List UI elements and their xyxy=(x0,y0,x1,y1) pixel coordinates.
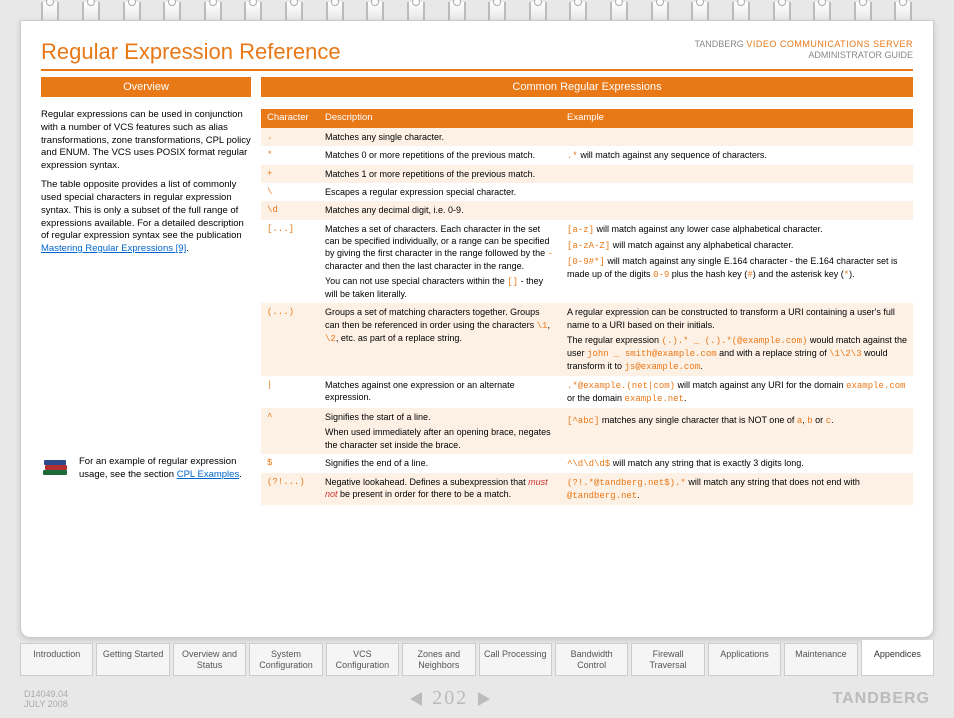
desc-cell: Matches a set of characters. Each charac… xyxy=(319,220,561,304)
table-row: |Matches against one expression or an al… xyxy=(261,376,913,408)
book-icon xyxy=(41,456,71,480)
cpl-examples-callout: For an example of regular expression usa… xyxy=(41,456,251,482)
char-cell: (?!...) xyxy=(261,473,319,505)
pager: 202 xyxy=(408,687,492,710)
overview-p2: The table opposite provides a list of co… xyxy=(41,179,251,256)
char-cell: ^ xyxy=(261,408,319,453)
tab-getting-started[interactable]: Getting Started xyxy=(96,643,169,676)
section-common-header: Common Regular Expressions xyxy=(261,77,913,97)
page-body: Regular Expression Reference TANDBERG VI… xyxy=(20,20,934,638)
example-cell: [^abc] matches any single character that… xyxy=(561,408,913,453)
tab-firewall-traversal[interactable]: Firewall Traversal xyxy=(631,643,704,676)
char-cell: \d xyxy=(261,201,319,219)
table-row: *Matches 0 or more repetitions of the pr… xyxy=(261,146,913,165)
cpl-examples-link[interactable]: CPL Examples xyxy=(177,469,239,480)
table-row: $Signifies the end of a line.^\d\d\d$ wi… xyxy=(261,454,913,473)
desc-cell: Escapes a regular expression special cha… xyxy=(319,183,561,201)
example-cell: .*@example.(net|com) will match against … xyxy=(561,376,913,408)
tab-vcs-configuration[interactable]: VCS Configuration xyxy=(326,643,399,676)
char-cell: \ xyxy=(261,183,319,201)
example-cell xyxy=(561,201,913,219)
example-cell: [a-z] will match against any lower case … xyxy=(561,220,913,304)
char-cell: (...) xyxy=(261,303,319,376)
tab-system-configuration[interactable]: System Configuration xyxy=(249,643,322,676)
tab-introduction[interactable]: Introduction xyxy=(20,643,93,676)
example-cell xyxy=(561,183,913,201)
example-cell xyxy=(561,128,913,146)
col-example: Example xyxy=(561,109,913,128)
doc-date: JULY 2008 xyxy=(24,699,68,709)
table-row: (...)Groups a set of matching characters… xyxy=(261,303,913,376)
example-cell: A regular expression can be constructed … xyxy=(561,303,913,376)
char-cell: . xyxy=(261,128,319,146)
table-row: ^Signifies the start of a line.When used… xyxy=(261,408,913,453)
regex-table: Character Description Example .Matches a… xyxy=(261,109,913,505)
table-row: [...]Matches a set of characters. Each c… xyxy=(261,220,913,304)
doc-id: D14049.04 xyxy=(24,689,68,699)
tab-call-processing[interactable]: Call Processing xyxy=(479,643,552,676)
table-row: +Matches 1 or more repetitions of the pr… xyxy=(261,165,913,183)
section-overview-header: Overview xyxy=(41,77,251,97)
char-cell: + xyxy=(261,165,319,183)
example-cell xyxy=(561,165,913,183)
desc-cell: Signifies the end of a line. xyxy=(319,454,561,473)
char-cell: * xyxy=(261,146,319,165)
next-page-icon[interactable] xyxy=(474,690,492,708)
page-footer: D14049.04 JULY 2008 202 TANDBERG xyxy=(24,687,930,710)
table-row: \Escapes a regular expression special ch… xyxy=(261,183,913,201)
table-row: \dMatches any decimal digit, i.e. 0-9. xyxy=(261,201,913,219)
desc-cell: Negative lookahead. Defines a subexpress… xyxy=(319,473,561,505)
desc-cell: Signifies the start of a line.When used … xyxy=(319,408,561,453)
page-number: 202 xyxy=(432,687,468,710)
doc-meta: D14049.04 JULY 2008 xyxy=(24,689,68,709)
desc-cell: Matches any decimal digit, i.e. 0-9. xyxy=(319,201,561,219)
col-description: Description xyxy=(319,109,561,128)
doc-type: ADMINISTRATOR GUIDE xyxy=(808,50,913,60)
tab-zones-and-neighbors[interactable]: Zones and Neighbors xyxy=(402,643,475,676)
overview-column: Regular expressions can be used in conju… xyxy=(41,109,251,482)
char-cell: [...] xyxy=(261,220,319,304)
overview-p1: Regular expressions can be used in conju… xyxy=(41,109,251,173)
desc-cell: Groups a set of matching characters toge… xyxy=(319,303,561,376)
brand-name: TANDBERG xyxy=(694,39,746,49)
prev-page-icon[interactable] xyxy=(408,690,426,708)
desc-cell: Matches against one expression or an alt… xyxy=(319,376,561,408)
col-character: Character xyxy=(261,109,319,128)
tab-maintenance[interactable]: Maintenance xyxy=(784,643,857,676)
mastering-regex-link[interactable]: Mastering Regular Expressions [9] xyxy=(41,243,186,254)
nav-tabs: IntroductionGetting StartedOverview and … xyxy=(20,643,934,676)
page-title: Regular Expression Reference xyxy=(41,39,341,65)
desc-cell: Matches any single character. xyxy=(319,128,561,146)
desc-cell: Matches 0 or more repetitions of the pre… xyxy=(319,146,561,165)
example-cell: .* will match against any sequence of ch… xyxy=(561,146,913,165)
char-cell: $ xyxy=(261,454,319,473)
table-row: .Matches any single character. xyxy=(261,128,913,146)
char-cell: | xyxy=(261,376,319,408)
product-name: VIDEO COMMUNICATIONS SERVER xyxy=(746,39,913,49)
tab-overview-and-status[interactable]: Overview and Status xyxy=(173,643,246,676)
tab-applications[interactable]: Applications xyxy=(708,643,781,676)
example-cell: (?!.*@tandberg.net$).* will match any st… xyxy=(561,473,913,505)
tab-appendices[interactable]: Appendices xyxy=(861,640,934,676)
regex-table-column: Character Description Example .Matches a… xyxy=(261,109,913,505)
desc-cell: Matches 1 or more repetitions of the pre… xyxy=(319,165,561,183)
brand-footer: TANDBERG xyxy=(833,690,930,708)
brand-header: TANDBERG VIDEO COMMUNICATIONS SERVER ADM… xyxy=(694,39,913,61)
table-row: (?!...)Negative lookahead. Defines a sub… xyxy=(261,473,913,505)
example-cell: ^\d\d\d$ will match any string that is e… xyxy=(561,454,913,473)
tab-bandwidth-control[interactable]: Bandwidth Control xyxy=(555,643,628,676)
